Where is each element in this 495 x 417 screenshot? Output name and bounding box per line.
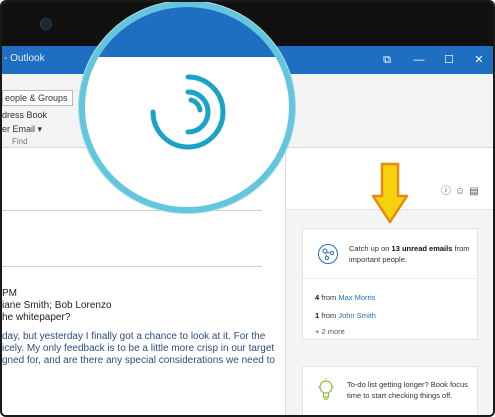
info-icon[interactable]: ⓘ [440,186,452,198]
message-body-line: day, but yesterday I finally got a chanc… [2,331,266,342]
smile-icon[interactable]: ☺ [454,186,466,198]
sender-row[interactable]: 1 from John Smith [315,311,376,320]
message-subject: he whitepaper? [2,312,71,323]
more-senders-link[interactable]: + 2 more [315,327,345,336]
unread-emails-summary: Catch up on 13 unread emails from import… [349,244,470,264]
sender-row[interactable]: 4 from Max Morris [315,293,375,302]
maximize-button[interactable]: ☐ [438,50,460,70]
filter-email-button[interactable]: er Email ▾ [2,124,42,135]
address-book-button[interactable]: dress Book [2,110,47,120]
camera-icon [40,18,52,30]
divider [2,266,262,267]
network-icon [318,244,338,264]
down-arrow-icon [371,162,409,224]
device-frame: - Outlook ⧉ — ☐ ✕ eople & Groups dress B… [0,0,495,417]
message-recipients: iane Smith; Bob Lorenzo [2,300,112,311]
todo-focus-text: To-do list getting longer? Book focus ti… [347,380,468,400]
magnifier-callout [79,2,295,213]
message-body-line: icely. My only feedback is to be a littl… [2,343,275,354]
minimize-button[interactable]: — [408,50,430,70]
message-time: PM [2,288,17,299]
ribbon-display-options-button[interactable]: ⧉ [376,50,398,70]
unread-emails-card[interactable]: Catch up on 13 unread emails from import… [302,228,479,340]
close-button[interactable]: ✕ [468,50,490,70]
lightbulb-icon [318,378,334,400]
unread-emails-card-header: Catch up on 13 unread emails from import… [303,229,479,279]
app-title: - Outlook [4,53,45,64]
book-icon[interactable]: ▤ [468,186,480,198]
search-people-groups-input[interactable]: eople & Groups [2,90,73,106]
message-body-line: gned for, and are there any special cons… [2,355,275,366]
loading-spinner-icon [150,74,226,150]
ribbon-group-label-find: Find [12,137,28,146]
unread-count-highlight: 13 unread emails [391,244,453,253]
todo-focus-card[interactable]: To-do list getting longer? Book focus ti… [302,366,478,415]
magnified-title-bar [85,7,289,57]
divider [2,210,262,211]
